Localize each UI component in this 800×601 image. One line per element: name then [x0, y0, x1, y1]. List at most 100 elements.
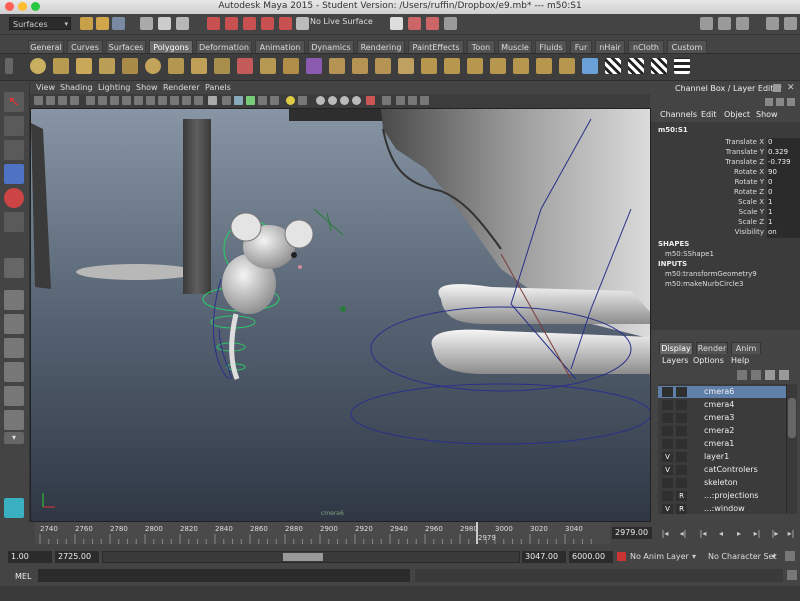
playback-end-field[interactable]: 3047.00 [522, 551, 566, 563]
layer-row[interactable]: cmera1 [658, 438, 786, 450]
gamma-icon[interactable] [420, 96, 429, 105]
select-by-component-icon[interactable] [176, 17, 189, 30]
poly-sphere-icon[interactable] [30, 58, 46, 74]
attr-value[interactable]: 1 [767, 198, 800, 208]
shading-ball-4-icon[interactable] [352, 96, 361, 105]
playback-toggle[interactable] [676, 452, 687, 462]
grid-toggle-icon[interactable] [86, 96, 95, 105]
extract-icon[interactable] [283, 58, 299, 74]
channel-box-mode-icon[interactable] [765, 98, 773, 106]
shelf-tab-custom[interactable]: Custom [667, 40, 707, 53]
layer-row[interactable]: cmera4 [658, 399, 786, 411]
render-view-icon[interactable] [390, 17, 403, 30]
shelf-tab-animation[interactable]: Animation [255, 40, 305, 53]
boolean-intersection-icon[interactable] [375, 58, 391, 74]
input-node[interactable]: m50:makeNurbCircle3 [665, 280, 743, 288]
menu-show[interactable]: Show [136, 83, 158, 92]
append-polygon-icon[interactable] [467, 58, 483, 74]
boolean-union-icon[interactable] [329, 58, 345, 74]
poly-cube-icon[interactable] [53, 58, 69, 74]
new-layer-icon[interactable] [765, 370, 775, 380]
shape-node[interactable]: m50:SShape1 [665, 250, 714, 258]
offset-edge-loop-icon[interactable] [536, 58, 552, 74]
menu-shading[interactable]: Shading [60, 83, 93, 92]
single-perspective-layout-icon[interactable] [4, 290, 24, 310]
use-default-material-icon[interactable] [258, 96, 267, 105]
bridge-icon[interactable] [444, 58, 460, 74]
visibility-toggle[interactable] [662, 478, 673, 488]
textured-icon[interactable] [208, 96, 217, 105]
attr-row[interactable]: Scale X1 [651, 198, 800, 208]
menu-renderer[interactable]: Renderer [163, 83, 200, 92]
step-back-icon[interactable]: ◂| [676, 527, 690, 540]
menu-show[interactable]: Show [756, 110, 778, 119]
animation-start-field[interactable]: 1.00 [8, 551, 52, 563]
bevel-icon[interactable] [559, 58, 575, 74]
gate-mask-icon[interactable] [122, 96, 131, 105]
tab-display[interactable]: Display [659, 342, 693, 354]
separate-icon[interactable] [260, 58, 276, 74]
scale-tool-icon[interactable] [4, 212, 24, 232]
xray-icon[interactable] [182, 96, 191, 105]
poly-plane-icon[interactable] [122, 58, 138, 74]
split-polygon-icon[interactable] [490, 58, 506, 74]
visibility-toggle[interactable] [662, 400, 673, 410]
tab-render[interactable]: Render [696, 342, 728, 354]
snap-grid-icon[interactable] [207, 17, 220, 30]
menu-object[interactable]: Object [724, 110, 750, 119]
menu-set-dropdown[interactable]: Surfaces ▾ [9, 17, 71, 30]
shelf-tab-deformation[interactable]: Deformation [196, 40, 252, 53]
shelf-tab-ncloth[interactable]: nCloth [628, 40, 664, 53]
layer-row[interactable]: skeleton [658, 477, 786, 489]
step-back-key-icon[interactable]: |◂ [696, 527, 710, 540]
checker-planar-icon[interactable] [605, 58, 621, 74]
lasso-tool-icon[interactable] [4, 116, 24, 136]
paint-select-tool-icon[interactable] [4, 140, 24, 160]
shading-ball-1-icon[interactable] [316, 96, 325, 105]
attr-row[interactable]: Scale Z1 [651, 218, 800, 228]
shelf-tab-fluids[interactable]: Fluids [535, 40, 567, 53]
playback-toggle[interactable] [676, 387, 687, 397]
four-view-layout-icon[interactable] [4, 314, 24, 334]
attr-row[interactable]: Scale Y1 [651, 208, 800, 218]
visibility-toggle[interactable]: V [662, 465, 673, 475]
shelf-tab-rendering[interactable]: Rendering [357, 40, 405, 53]
insert-edge-loop-icon[interactable] [513, 58, 529, 74]
layer-row[interactable]: Vlayer1 [658, 451, 786, 463]
layer-row[interactable]: R ...:projections [658, 490, 786, 502]
layer-row[interactable]: V R ...:window [658, 503, 786, 514]
poly-pipe-icon[interactable] [214, 58, 230, 74]
attr-value[interactable]: 0 [767, 138, 800, 148]
step-forward-icon[interactable]: |▸ [768, 527, 782, 540]
playback-toggle[interactable] [676, 465, 687, 475]
playback-toggle[interactable]: R [676, 491, 687, 501]
attr-value[interactable]: 0.329 [767, 148, 800, 158]
shelf-tab-surfaces[interactable]: Surfaces [106, 40, 146, 53]
attr-value[interactable]: 1 [767, 208, 800, 218]
playback-toggle[interactable] [676, 439, 687, 449]
play-forwards-icon[interactable]: ▸ [732, 527, 746, 540]
select-by-object-icon[interactable] [158, 17, 171, 30]
layer-list-scrollbar[interactable] [786, 384, 797, 514]
shelf-tab-dynamics[interactable]: Dynamics [308, 40, 354, 53]
current-frame-field[interactable]: 2979.00 [612, 527, 652, 539]
menu-options[interactable]: Options [693, 356, 724, 365]
save-scene-icon[interactable] [112, 17, 125, 30]
hypershade-layout-icon[interactable] [4, 386, 24, 406]
menu-help[interactable]: Help [731, 356, 749, 365]
shelf-tab-polygons[interactable]: Polygons [149, 40, 193, 53]
attr-value[interactable]: -0.739 [767, 158, 800, 168]
graph-editor-layout-icon[interactable] [4, 362, 24, 382]
attr-value[interactable]: 0 [767, 188, 800, 198]
shelf-tab-general[interactable]: General [28, 40, 64, 53]
shelf-tab-muscle[interactable]: Muscle [498, 40, 532, 53]
smooth-icon[interactable] [306, 58, 322, 74]
checker-spherical-icon[interactable] [651, 58, 667, 74]
character-set-label[interactable]: No Character Set [708, 552, 777, 561]
layer-editor-mode-icon[interactable] [776, 98, 784, 106]
select-tool-icon[interactable]: ↖ [4, 92, 24, 112]
film-gate-icon[interactable] [98, 96, 107, 105]
playback-toggle[interactable] [676, 413, 687, 423]
attr-row[interactable]: Rotate X 90 [651, 168, 800, 178]
command-language-label[interactable]: MEL [15, 572, 31, 581]
